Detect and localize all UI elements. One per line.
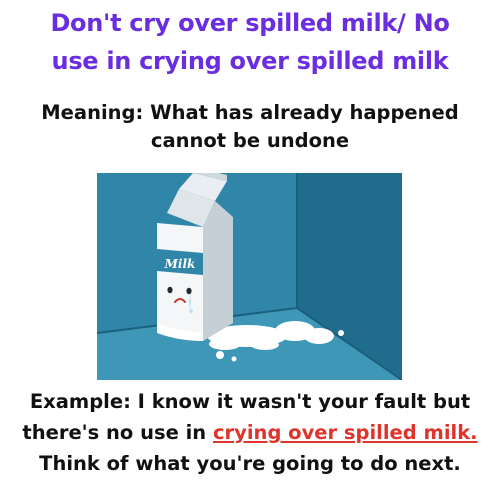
illustration-svg: Milk: [97, 173, 402, 380]
example-line-2-text: there's no use in: [22, 421, 213, 444]
spilled-milk-illustration: Milk: [97, 173, 402, 380]
meaning-line-1: Meaning: What has already happened: [41, 101, 459, 124]
carton-label: Milk: [164, 257, 196, 271]
idiom-title: Don't cry over spilled milk/ No use in c…: [0, 4, 500, 80]
example-line-2: there's no use in crying over spilled mi…: [0, 417, 500, 448]
meaning-text: Meaning: What has already happened canno…: [0, 99, 500, 155]
carton-right-eye: [186, 287, 192, 295]
example-line-3: Think of what you're going to do next.: [39, 452, 461, 475]
meaning-line-2: cannot be undone: [150, 129, 350, 152]
idiom-title-line-2: use in crying over spilled milk: [51, 47, 449, 75]
highlighted-idiom: crying over spilled milk.: [212, 421, 478, 444]
idiom-title-line-1: Don't cry over spilled milk/ No: [50, 9, 450, 37]
example-text: Example: I know it wasn't your fault but…: [0, 386, 500, 479]
carton-left-eye: [167, 286, 173, 294]
example-line-1: Example: I know it wasn't your fault but: [29, 390, 471, 413]
